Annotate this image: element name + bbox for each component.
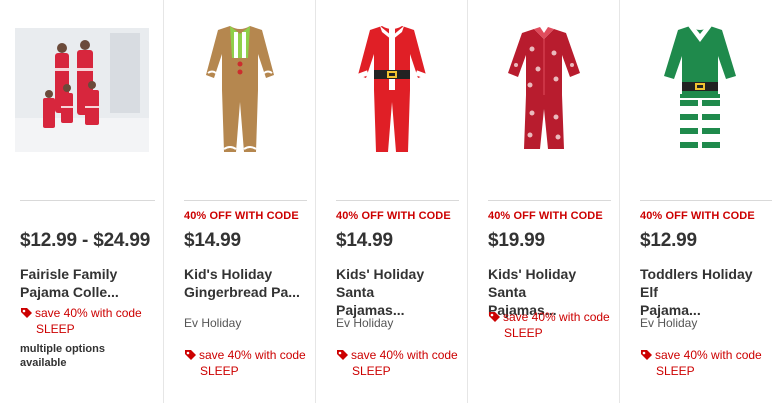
promo-label: 40% OFF WITH CODE: [336, 210, 451, 222]
product-image[interactable]: [0, 0, 163, 180]
divider: [640, 200, 772, 201]
save-offer[interactable]: save 40% with code SLEEP: [488, 310, 610, 340]
promo-code[interactable]: SLEEP: [640, 364, 762, 378]
product-title-line[interactable]: Toddlers Holiday Elf: [640, 265, 768, 301]
tag-icon: [640, 349, 653, 364]
product-price: $12.99: [640, 230, 697, 251]
promo-code[interactable]: SLEEP: [488, 326, 610, 340]
product-title[interactable]: Kids' Holiday Santa Pajamas...: [336, 265, 464, 319]
product-card[interactable]: $12.99 - $24.99 Fairisle Family Pajama C…: [0, 0, 164, 403]
tag-icon: [20, 307, 33, 322]
tag-icon: [488, 311, 501, 326]
promo-label: 40% OFF WITH CODE: [488, 210, 603, 222]
product-title[interactable]: Fairisle Family Pajama Colle...: [20, 265, 148, 301]
product-title[interactable]: Toddlers Holiday Elf Pajama...: [640, 265, 768, 319]
product-price: $14.99: [184, 230, 241, 251]
divider: [20, 200, 155, 201]
product-brand[interactable]: Ev Holiday: [640, 316, 697, 330]
promo-code[interactable]: SLEEP: [336, 364, 458, 378]
promo-label: 40% OFF WITH CODE: [640, 210, 755, 222]
product-brand[interactable]: Ev Holiday: [184, 316, 241, 330]
product-card[interactable]: 40% OFF WITH CODE $14.99 Kids' Holiday S…: [316, 0, 468, 403]
save-text[interactable]: save 40% with code: [35, 306, 142, 320]
divider: [336, 200, 459, 201]
product-price: $12.99 - $24.99: [20, 230, 151, 251]
product-title[interactable]: Kid's Holiday Gingerbread Pa...: [184, 265, 312, 301]
product-title-line[interactable]: Kids' Holiday Santa: [336, 265, 464, 301]
product-price: $14.99: [336, 230, 393, 251]
product-card[interactable]: 40% OFF WITH CODE $12.99 Toddlers Holida…: [620, 0, 780, 403]
save-offer[interactable]: save 40% with code SLEEP: [336, 348, 458, 378]
save-text[interactable]: save 40% with code: [199, 348, 306, 362]
elf-pajamas-icon: [664, 24, 736, 154]
promo-code[interactable]: SLEEP: [20, 322, 142, 336]
product-title-line[interactable]: Pajama Colle...: [20, 283, 148, 301]
product-title-line[interactable]: Kids' Holiday Santa: [488, 265, 616, 301]
divider: [184, 200, 307, 201]
save-offer[interactable]: save 40% with code SLEEP: [640, 348, 762, 378]
red-print-pajamas-icon: [507, 27, 580, 149]
divider: [488, 200, 611, 201]
save-offer[interactable]: save 40% with code SLEEP: [20, 306, 142, 336]
product-price: $19.99: [488, 230, 545, 251]
save-text[interactable]: save 40% with code: [351, 348, 458, 362]
santa-pajamas-icon: [357, 26, 426, 152]
promo-code[interactable]: SLEEP: [184, 364, 306, 378]
product-image[interactable]: [620, 0, 780, 180]
save-offer[interactable]: save 40% with code SLEEP: [184, 348, 306, 378]
gingerbread-pajamas-icon: [205, 26, 274, 152]
tag-icon: [184, 349, 197, 364]
product-image[interactable]: [468, 0, 619, 180]
save-text[interactable]: save 40% with code: [503, 310, 610, 324]
promo-label: 40% OFF WITH CODE: [184, 210, 299, 222]
multiple-options-note: multiple options available: [20, 343, 105, 369]
product-title-line[interactable]: Gingerbread Pa...: [184, 283, 312, 301]
product-card[interactable]: 40% OFF WITH CODE $19.99 Kids' Holiday S…: [468, 0, 620, 403]
family-photo-icon: [14, 28, 149, 152]
product-image[interactable]: [164, 0, 315, 180]
tag-icon: [336, 349, 349, 364]
product-grid: $12.99 - $24.99 Fairisle Family Pajama C…: [0, 0, 780, 403]
save-text[interactable]: save 40% with code: [655, 348, 762, 362]
product-card[interactable]: 40% OFF WITH CODE $14.99 Kid's Holiday G…: [164, 0, 316, 403]
product-title-line[interactable]: Fairisle Family: [20, 265, 148, 283]
product-brand[interactable]: Ev Holiday: [336, 316, 393, 330]
product-title-line[interactable]: Kid's Holiday: [184, 265, 312, 283]
product-image[interactable]: [316, 0, 467, 180]
